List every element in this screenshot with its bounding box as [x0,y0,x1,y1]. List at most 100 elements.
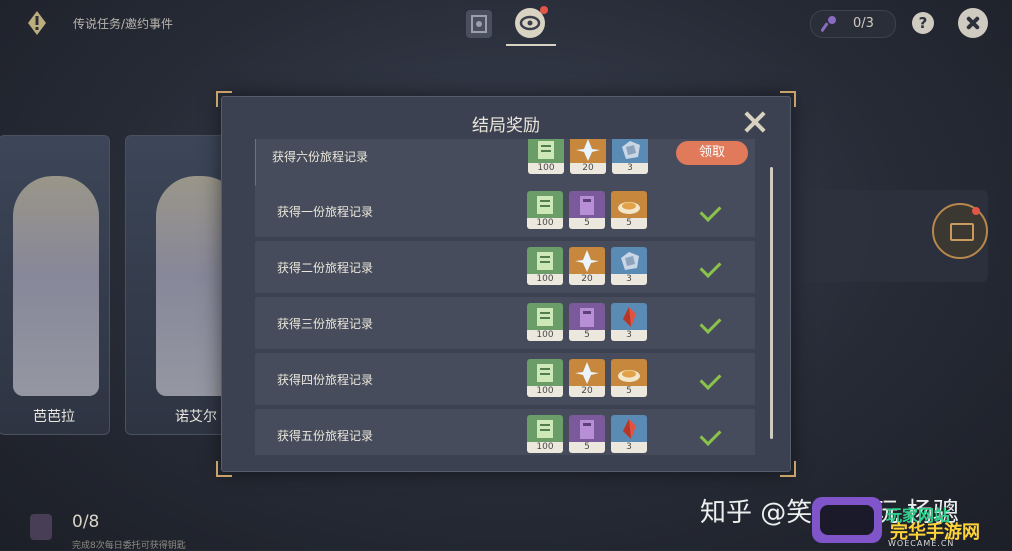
key-icon [821,16,836,33]
intertwined-fate-icon [576,139,600,161]
reward-count: 3 [612,163,648,174]
reward-items: 100 5 5 [527,191,649,229]
red-crystal-icon [623,307,636,327]
reward-row: 获得三份旅程记录 100 5 3 [255,297,755,349]
dialog-title: 结局奖励 [472,116,540,136]
reward-label: 获得六份旅程记录 [272,150,369,164]
reward-row: 获得五份旅程记录 100 5 3 [255,409,755,455]
key-counter: 0/3 [810,10,896,38]
reward-item[interactable]: 100 [527,303,563,341]
reward-item[interactable]: 100 [527,191,563,229]
reward-list[interactable]: 获得六份旅程记录 100 20 3 领取 获得一份旅程记录 100 5 5 获得二份旅程记录 100… [255,139,755,455]
reward-item[interactable]: 3 [611,303,647,341]
character-card-noelle[interactable]: 诺艾尔 [125,135,227,435]
reward-count: 100 [527,218,563,229]
reward-label: 获得三份旅程记录 [277,317,374,331]
reward-item[interactable]: 100 [527,415,563,453]
checkmark-icon [699,312,722,334]
reward-count: 3 [611,330,647,341]
reward-item[interactable]: 100 [527,247,563,285]
intertwined-fate-icon [575,362,599,384]
reward-item[interactable]: 20 [570,139,606,174]
reward-row: 获得四份旅程记录 100 20 5 [255,353,755,405]
reward-label: 获得五份旅程记录 [277,429,374,443]
reward-item[interactable]: 5 [569,415,605,453]
active-tab-indicator [506,44,556,46]
reward-row: 获得二份旅程记录 100 20 3 [255,241,755,293]
reward-item[interactable]: 5 [611,359,647,397]
reward-item[interactable]: 20 [569,247,605,285]
reward-item[interactable]: 3 [611,415,647,453]
reward-items: 100 20 3 [527,247,649,285]
reward-item[interactable]: 100 [527,359,563,397]
reward-item[interactable]: 20 [569,359,605,397]
xp-book-icon [537,308,553,326]
claim-button[interactable]: 领取 [676,141,748,165]
corner-ornament [780,461,796,477]
reward-count: 20 [569,274,605,285]
tab-invitation-events[interactable] [515,6,548,38]
chest-icon[interactable] [932,203,988,259]
dialog-close-icon[interactable] [742,109,768,135]
reward-count: 100 [527,330,563,341]
reward-count: 20 [569,386,605,397]
reward-count: 5 [611,386,647,397]
close-button[interactable] [958,8,988,38]
reward-row: 获得一份旅程记录 100 5 5 [255,185,755,237]
reward-items: 100 20 5 [527,359,649,397]
reward-count: 100 [527,386,563,397]
xp-book-icon [537,364,553,382]
food-dish-icon [618,370,640,382]
wits-book-icon [580,196,594,215]
checkmark-icon [699,200,722,222]
reward-label: 获得二份旅程记录 [277,261,374,275]
reward-item[interactable]: 100 [528,139,564,174]
reward-count: 3 [611,274,647,285]
reward-count: 20 [570,163,606,174]
reward-count: 5 [611,218,647,229]
food-dish-icon [618,202,640,214]
breadcrumb: 传说任务/邀约事件 [73,17,174,31]
reward-item[interactable]: 5 [569,191,605,229]
reward-items: 100 5 3 [527,303,649,341]
tab-story-book[interactable] [466,10,492,38]
key-icon [30,514,52,540]
reward-count: 3 [611,442,647,453]
help-button[interactable]: ? [912,12,934,34]
legend-quest-icon[interactable] [26,10,48,36]
character-card-barbara[interactable]: 芭芭拉 [0,135,110,435]
corner-ornament [216,91,232,107]
reward-row: 获得六份旅程记录 100 20 3 领取 [255,139,755,189]
reward-item[interactable]: 5 [611,191,647,229]
watermark-logo [812,497,882,543]
reward-label: 获得一份旅程记录 [277,205,374,219]
character-name: 芭芭拉 [33,409,75,425]
ending-rewards-dialog: 结局奖励 获得六份旅程记录 100 20 3 领取 获得一份旅程记录 100 5 5 获得二份旅程… [216,91,796,477]
reward-count: 100 [527,274,563,285]
reward-count: 5 [569,330,605,341]
reward-items: 100 5 3 [527,415,649,453]
corner-ornament [216,461,232,477]
mystic-ore-icon [621,252,639,270]
scrollbar[interactable] [770,167,773,439]
mystic-ore-icon [622,141,640,159]
checkmark-icon [699,368,722,390]
reward-item[interactable]: 5 [569,303,605,341]
xp-book-icon [537,420,553,438]
book-icon [471,15,487,33]
reward-count: 5 [569,442,605,453]
wits-book-icon [580,420,594,439]
reward-item[interactable]: 3 [611,247,647,285]
top-bar: 传说任务/邀约事件 0/3 ? [0,0,1012,48]
corner-ornament [780,91,796,107]
progress-count: 0/8 [72,512,100,532]
checkmark-icon [699,256,722,278]
character-portrait [13,176,99,396]
reward-item[interactable]: 3 [612,139,648,174]
notification-dot [540,6,548,14]
checkmark-icon [699,424,722,446]
xp-book-icon [538,141,554,159]
character-portrait [156,176,226,396]
notification-dot [972,207,980,215]
character-name: 诺艾尔 [175,409,217,425]
